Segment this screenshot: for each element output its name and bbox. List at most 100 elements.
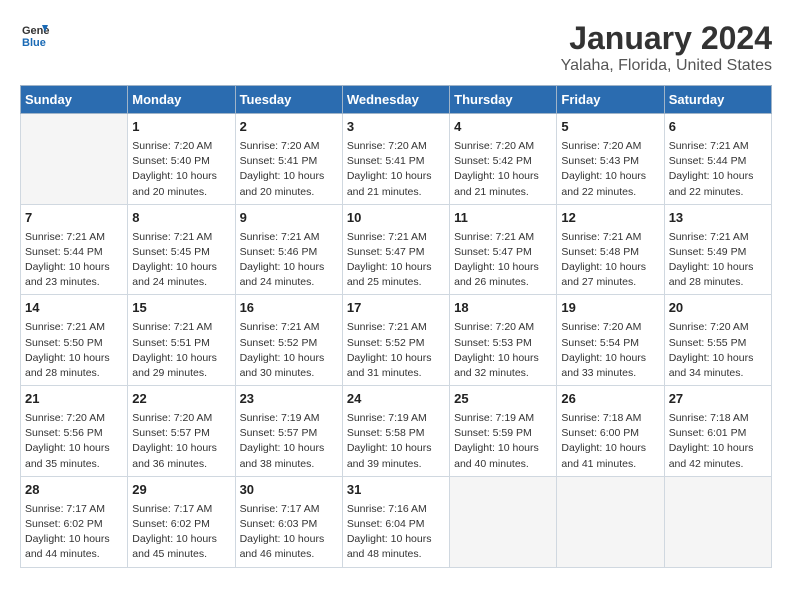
- calendar-cell: [664, 476, 771, 567]
- calendar-cell: 2 Sunrise: 7:20 AMSunset: 5:41 PMDaylight…: [235, 114, 342, 205]
- calendar-week-row: 28 Sunrise: 7:17 AMSunset: 6:02 PMDayligh…: [21, 476, 772, 567]
- day-info: Sunrise: 7:19 AMSunset: 5:59 PMDaylight:…: [454, 411, 552, 472]
- day-number: 22: [132, 390, 230, 409]
- calendar-cell: [450, 476, 557, 567]
- day-info: Sunrise: 7:20 AMSunset: 5:42 PMDaylight:…: [454, 139, 552, 200]
- day-info: Sunrise: 7:21 AMSunset: 5:44 PMDaylight:…: [25, 230, 123, 291]
- day-info: Sunrise: 7:17 AMSunset: 6:03 PMDaylight:…: [240, 502, 338, 563]
- calendar-cell: 11 Sunrise: 7:21 AMSunset: 5:47 PMDayligh…: [450, 204, 557, 295]
- calendar-week-row: 7 Sunrise: 7:21 AMSunset: 5:44 PMDaylight…: [21, 204, 772, 295]
- calendar-cell: 30Sunrise: 7:17 AMSunset: 6:03 PMDayligh…: [235, 476, 342, 567]
- day-info: Sunrise: 7:20 AMSunset: 5:41 PMDaylight:…: [347, 139, 445, 200]
- calendar-cell: [21, 114, 128, 205]
- day-number: 15: [132, 299, 230, 318]
- day-info: Sunrise: 7:17 AMSunset: 6:02 PMDaylight:…: [132, 502, 230, 563]
- day-number: 5: [561, 118, 659, 137]
- calendar-header-row: SundayMondayTuesdayWednesdayThursdayFrid…: [21, 86, 772, 114]
- day-info: Sunrise: 7:20 AMSunset: 5:53 PMDaylight:…: [454, 320, 552, 381]
- day-info: Sunrise: 7:19 AMSunset: 5:57 PMDaylight:…: [240, 411, 338, 472]
- day-number: 14: [25, 299, 123, 318]
- day-info: Sunrise: 7:21 AMSunset: 5:45 PMDaylight:…: [132, 230, 230, 291]
- day-info: Sunrise: 7:18 AMSunset: 6:01 PMDaylight:…: [669, 411, 767, 472]
- calendar-cell: 31Sunrise: 7:16 AMSunset: 6:04 PMDayligh…: [342, 476, 449, 567]
- calendar-cell: 15Sunrise: 7:21 AMSunset: 5:51 PMDayligh…: [128, 295, 235, 386]
- calendar-cell: 23 Sunrise: 7:19 AMSunset: 5:57 PMDayligh…: [235, 386, 342, 477]
- calendar-cell: 9 Sunrise: 7:21 AMSunset: 5:46 PMDaylight…: [235, 204, 342, 295]
- calendar-cell: 3 Sunrise: 7:20 AMSunset: 5:41 PMDaylight…: [342, 114, 449, 205]
- header-thursday: Thursday: [450, 86, 557, 114]
- calendar-week-row: 21Sunrise: 7:20 AMSunset: 5:56 PMDayligh…: [21, 386, 772, 477]
- calendar-cell: 10 Sunrise: 7:21 AMSunset: 5:47 PMDayligh…: [342, 204, 449, 295]
- day-number: 29: [132, 481, 230, 500]
- day-info: Sunrise: 7:21 AMSunset: 5:50 PMDaylight:…: [25, 320, 123, 381]
- calendar-cell: 14 Sunrise: 7:21 AMSunset: 5:50 PMDayligh…: [21, 295, 128, 386]
- header-monday: Monday: [128, 86, 235, 114]
- header-wednesday: Wednesday: [342, 86, 449, 114]
- day-info: Sunrise: 7:20 AMSunset: 5:43 PMDaylight:…: [561, 139, 659, 200]
- day-number: 7: [25, 209, 123, 228]
- day-number: 11: [454, 209, 552, 228]
- calendar-cell: 16 Sunrise: 7:21 AMSunset: 5:52 PMDayligh…: [235, 295, 342, 386]
- day-info: Sunrise: 7:21 AMSunset: 5:46 PMDaylight:…: [240, 230, 338, 291]
- day-info: Sunrise: 7:20 AMSunset: 5:55 PMDaylight:…: [669, 320, 767, 381]
- calendar-cell: 20Sunrise: 7:20 AMSunset: 5:55 PMDayligh…: [664, 295, 771, 386]
- header-sunday: Sunday: [21, 86, 128, 114]
- page-header: General Blue January 2024 Yalaha, Florid…: [20, 20, 772, 75]
- day-info: Sunrise: 7:21 AMSunset: 5:48 PMDaylight:…: [561, 230, 659, 291]
- header-saturday: Saturday: [664, 86, 771, 114]
- calendar-subtitle: Yalaha, Florida, United States: [561, 57, 772, 75]
- calendar-cell: 12 Sunrise: 7:21 AMSunset: 5:48 PMDayligh…: [557, 204, 664, 295]
- calendar-cell: 24Sunrise: 7:19 AMSunset: 5:58 PMDayligh…: [342, 386, 449, 477]
- day-info: Sunrise: 7:21 AMSunset: 5:52 PMDaylight:…: [240, 320, 338, 381]
- day-info: Sunrise: 7:20 AMSunset: 5:57 PMDaylight:…: [132, 411, 230, 472]
- day-number: 16: [240, 299, 338, 318]
- day-number: 8: [132, 209, 230, 228]
- day-number: 26: [561, 390, 659, 409]
- calendar-cell: 25 Sunrise: 7:19 AMSunset: 5:59 PMDayligh…: [450, 386, 557, 477]
- calendar-cell: 13Sunrise: 7:21 AMSunset: 5:49 PMDayligh…: [664, 204, 771, 295]
- day-info: Sunrise: 7:21 AMSunset: 5:47 PMDaylight:…: [454, 230, 552, 291]
- day-number: 2: [240, 118, 338, 137]
- day-number: 9: [240, 209, 338, 228]
- day-number: 27: [669, 390, 767, 409]
- day-number: 19: [561, 299, 659, 318]
- calendar-cell: [557, 476, 664, 567]
- logo: General Blue: [20, 20, 50, 50]
- day-info: Sunrise: 7:21 AMSunset: 5:52 PMDaylight:…: [347, 320, 445, 381]
- calendar-table: SundayMondayTuesdayWednesdayThursdayFrid…: [20, 85, 772, 568]
- day-info: Sunrise: 7:20 AMSunset: 5:41 PMDaylight:…: [240, 139, 338, 200]
- header-friday: Friday: [557, 86, 664, 114]
- calendar-cell: 22 Sunrise: 7:20 AMSunset: 5:57 PMDayligh…: [128, 386, 235, 477]
- calendar-week-row: 1 Sunrise: 7:20 AMSunset: 5:40 PMDaylight…: [21, 114, 772, 205]
- svg-text:Blue: Blue: [22, 37, 46, 49]
- day-number: 12: [561, 209, 659, 228]
- day-number: 28: [25, 481, 123, 500]
- day-number: 4: [454, 118, 552, 137]
- calendar-cell: 29 Sunrise: 7:17 AMSunset: 6:02 PMDayligh…: [128, 476, 235, 567]
- calendar-cell: 6 Sunrise: 7:21 AMSunset: 5:44 PMDaylight…: [664, 114, 771, 205]
- day-number: 6: [669, 118, 767, 137]
- day-number: 3: [347, 118, 445, 137]
- day-number: 25: [454, 390, 552, 409]
- calendar-cell: 17Sunrise: 7:21 AMSunset: 5:52 PMDayligh…: [342, 295, 449, 386]
- day-info: Sunrise: 7:20 AMSunset: 5:54 PMDaylight:…: [561, 320, 659, 381]
- calendar-cell: 18Sunrise: 7:20 AMSunset: 5:53 PMDayligh…: [450, 295, 557, 386]
- calendar-cell: 7 Sunrise: 7:21 AMSunset: 5:44 PMDaylight…: [21, 204, 128, 295]
- day-number: 1: [132, 118, 230, 137]
- calendar-cell: 26Sunrise: 7:18 AMSunset: 6:00 PMDayligh…: [557, 386, 664, 477]
- day-info: Sunrise: 7:21 AMSunset: 5:44 PMDaylight:…: [669, 139, 767, 200]
- day-info: Sunrise: 7:20 AMSunset: 5:56 PMDaylight:…: [25, 411, 123, 472]
- calendar-cell: 19 Sunrise: 7:20 AMSunset: 5:54 PMDayligh…: [557, 295, 664, 386]
- day-info: Sunrise: 7:21 AMSunset: 5:47 PMDaylight:…: [347, 230, 445, 291]
- day-info: Sunrise: 7:20 AMSunset: 5:40 PMDaylight:…: [132, 139, 230, 200]
- day-number: 10: [347, 209, 445, 228]
- calendar-cell: 5 Sunrise: 7:20 AMSunset: 5:43 PMDaylight…: [557, 114, 664, 205]
- logo-icon: General Blue: [20, 20, 50, 50]
- title-block: January 2024 Yalaha, Florida, United Sta…: [561, 20, 772, 75]
- calendar-cell: 21Sunrise: 7:20 AMSunset: 5:56 PMDayligh…: [21, 386, 128, 477]
- day-info: Sunrise: 7:21 AMSunset: 5:49 PMDaylight:…: [669, 230, 767, 291]
- calendar-week-row: 14 Sunrise: 7:21 AMSunset: 5:50 PMDayligh…: [21, 295, 772, 386]
- calendar-cell: 27 Sunrise: 7:18 AMSunset: 6:01 PMDayligh…: [664, 386, 771, 477]
- header-tuesday: Tuesday: [235, 86, 342, 114]
- day-number: 23: [240, 390, 338, 409]
